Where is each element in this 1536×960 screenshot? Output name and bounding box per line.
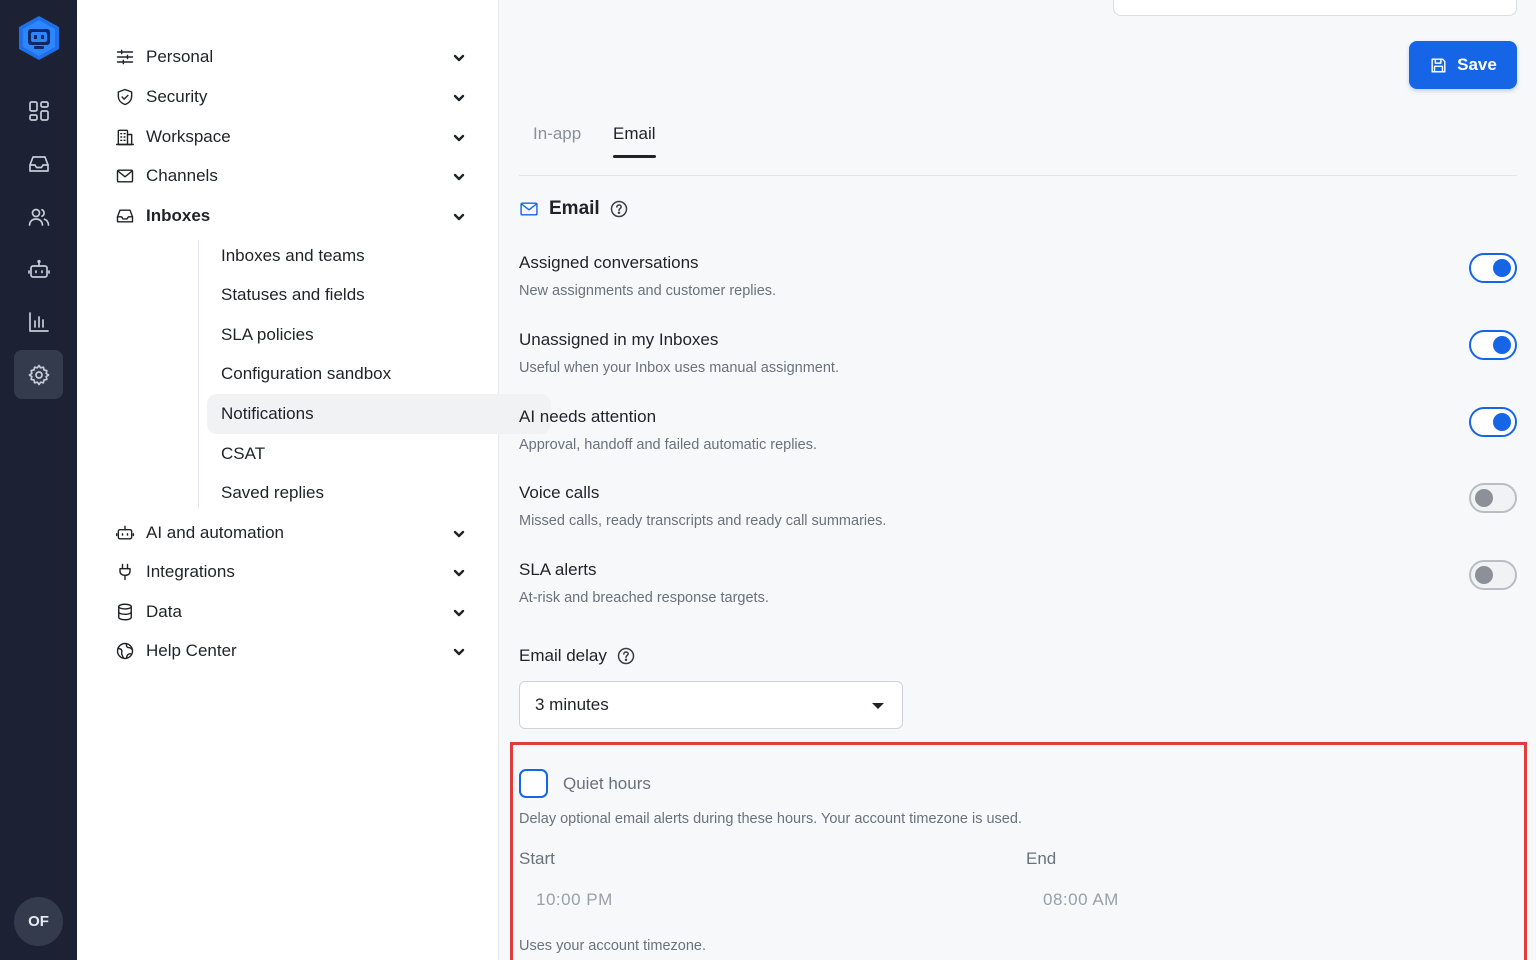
sidebar-item-label: Workspace (146, 127, 231, 146)
mail-icon (114, 165, 136, 187)
globe-icon (114, 640, 136, 662)
quiet-hours-end-field[interactable]: 08:00 AM (1043, 890, 1119, 910)
sidebar-item-label: Data (146, 602, 182, 621)
toggle-knob (1493, 259, 1511, 277)
shield-icon (114, 86, 136, 108)
chevron-down-icon (452, 526, 466, 540)
toggle-knob (1475, 489, 1493, 507)
pref-description: New assignments and customer replies. (519, 283, 777, 299)
pref-toggle[interactable] (1469, 407, 1517, 437)
toggle-knob (1493, 336, 1511, 354)
email-delay-value: 3 minutes (535, 695, 609, 714)
toggle-knob (1493, 413, 1511, 431)
save-button[interactable]: Save (1409, 41, 1517, 89)
sidebar-item-integrations[interactable]: Integrations (114, 556, 466, 588)
quiet-hours-panel: Quiet hours Delay optional email alerts … (510, 742, 1527, 960)
sidebar-item-label: Personal (146, 47, 214, 66)
pref-title: Unassigned in my Inboxes (519, 330, 719, 349)
sidebar-item-data[interactable]: Data (114, 596, 466, 628)
pref-description: At-risk and breached response targets. (519, 590, 769, 606)
app-logo[interactable] (15, 14, 63, 62)
pref-title: SLA alerts (519, 560, 597, 579)
inbox-icon (114, 205, 136, 227)
chevron-down-icon (452, 644, 466, 658)
floppy-disk-icon (1431, 57, 1446, 73)
pref-description: Approval, handoff and failed automatic r… (519, 437, 817, 453)
chevron-down-icon (452, 130, 466, 144)
section-title: Email (549, 198, 600, 219)
sidebar-item-label: Channels (146, 166, 218, 185)
caret-down-icon (872, 703, 884, 709)
pref-toggle[interactable] (1469, 330, 1517, 360)
chevron-down-icon (452, 90, 466, 104)
main-content: Save In-app Email Email Assigned convers… (499, 0, 1536, 960)
quiet-hours-start-field[interactable]: 10:00 PM (536, 890, 613, 910)
quiet-hours-start-label: Start (519, 849, 555, 868)
pref-title: Assigned conversations (519, 253, 699, 272)
chevron-down-icon (452, 565, 466, 579)
sidebar-item-help-center[interactable]: Help Center (114, 635, 466, 667)
submenu-guide-line (198, 240, 199, 508)
notification-tabs: In-app Email (519, 118, 1517, 176)
chevron-down-icon (452, 50, 466, 64)
reports-icon[interactable] (14, 297, 63, 346)
pref-title: Voice calls (519, 483, 600, 502)
toggle-knob (1475, 566, 1493, 584)
pref-toggle[interactable] (1469, 483, 1517, 513)
bot-icon[interactable] (14, 245, 63, 294)
app-rail: OF (0, 0, 77, 960)
contacts-icon[interactable] (14, 192, 63, 241)
settings-sidebar: Personal Security Workspace Channels Inb… (77, 0, 551, 960)
save-button-label: Save (1457, 55, 1497, 74)
chevron-down-icon (452, 605, 466, 619)
tab-in-app[interactable]: In-app (533, 124, 581, 156)
help-icon[interactable] (610, 200, 628, 218)
email-delay-text: Email delay (519, 646, 607, 665)
sidebar-item-ai-and-automation[interactable]: AI and automation (114, 517, 466, 549)
pref-title: AI needs attention (519, 407, 657, 426)
quiet-hours-label: Quiet hours (563, 774, 651, 793)
bot-icon (114, 522, 136, 544)
pref-assigned-conversations: Assigned conversations New assignments a… (519, 253, 1517, 313)
mail-icon (519, 199, 539, 219)
sidebar-item-label: Help Center (146, 641, 237, 660)
email-delay-select[interactable]: 3 minutes (519, 681, 903, 729)
chevron-down-icon (452, 209, 466, 223)
sidebar-item-label: Inboxes (146, 206, 211, 225)
pref-toggle[interactable] (1469, 560, 1517, 590)
pref-sla-alerts: SLA alerts At-risk and breached response… (519, 560, 1517, 620)
sidebar-item-personal[interactable]: Personal (114, 41, 466, 73)
tab-email[interactable]: Email (613, 124, 656, 158)
quiet-hours-end-label: End (1026, 849, 1057, 868)
help-icon[interactable] (617, 647, 635, 665)
dashboard-icon[interactable] (14, 86, 63, 135)
sidebar-item-security[interactable]: Security (114, 81, 466, 113)
sliders-icon (114, 46, 136, 68)
chevron-down-icon (452, 169, 466, 183)
pref-ai-needs-attention: AI needs attention Approval, handoff and… (519, 407, 1517, 467)
building-icon (114, 126, 136, 148)
pref-description: Useful when your Inbox uses manual assig… (519, 360, 839, 376)
email-delay-label: Email delay (519, 646, 635, 666)
pref-toggle[interactable] (1469, 253, 1517, 283)
sidebar-item-inboxes[interactable]: Inboxes (114, 200, 466, 232)
sidebar-item-channels[interactable]: Channels (114, 160, 466, 192)
quiet-hours-checkbox[interactable] (519, 769, 548, 798)
quiet-hours-description: Delay optional email alerts during these… (519, 811, 1022, 827)
user-avatar[interactable]: OF (14, 897, 63, 946)
pref-unassigned-in-my-inboxes: Unassigned in my Inboxes Useful when you… (519, 330, 1517, 390)
pref-description: Missed calls, ready transcripts and read… (519, 513, 887, 529)
inbox-icon[interactable] (14, 139, 63, 188)
sidebar-item-workspace[interactable]: Workspace (114, 121, 466, 153)
email-section-heading: Email (519, 198, 628, 220)
quiet-hours-footnote: Uses your account timezone. (519, 938, 706, 954)
sidebar-item-label: Integrations (146, 562, 235, 581)
sidebar-item-label: AI and automation (146, 523, 284, 542)
settings-icon[interactable] (14, 350, 63, 399)
pref-voice-calls: Voice calls Missed calls, ready transcri… (519, 483, 1517, 543)
header-search-field[interactable] (1113, 0, 1517, 16)
plug-icon (114, 561, 136, 583)
sidebar-item-label: Security (146, 87, 208, 106)
database-icon (114, 601, 136, 623)
